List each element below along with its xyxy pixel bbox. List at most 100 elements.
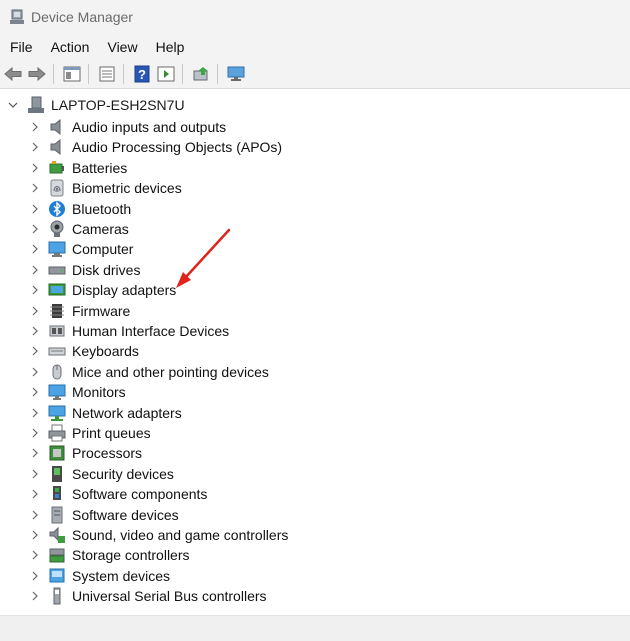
- chevron-right-icon[interactable]: [30, 387, 40, 397]
- system-icon: [49, 568, 65, 583]
- speaker-icon: [50, 118, 61, 136]
- tree-item-label: Computer: [72, 241, 134, 258]
- update-driver-icon: [193, 67, 208, 81]
- security-icon: [52, 465, 62, 482]
- chevron-right-icon[interactable]: [30, 591, 40, 601]
- sound-icon: [49, 526, 65, 543]
- chevron-right-icon[interactable]: [30, 204, 40, 214]
- software-component-icon: [53, 486, 61, 501]
- computer-root-icon: [28, 96, 44, 113]
- svg-text:?: ?: [138, 67, 146, 82]
- action-pane-icon: [157, 66, 175, 82]
- chevron-down-icon[interactable]: [8, 100, 18, 110]
- chevron-right-icon[interactable]: [30, 489, 40, 499]
- tree-item-label: Security devices: [72, 465, 174, 482]
- help-button[interactable]: ?: [131, 63, 153, 85]
- tree-item-label: Mice and other pointing devices: [72, 363, 269, 380]
- tree-item-label: Firmware: [72, 302, 131, 319]
- forward-button[interactable]: [26, 63, 48, 85]
- usb-icon: [53, 587, 61, 605]
- chevron-right-icon[interactable]: [30, 530, 40, 540]
- disk-icon: [48, 266, 66, 275]
- tree-item-label: Network adapters: [72, 404, 182, 421]
- chevron-right-icon[interactable]: [30, 142, 40, 152]
- chevron-right-icon[interactable]: [30, 122, 40, 132]
- toolbar-separator: [217, 64, 218, 84]
- forward-arrow-icon: [28, 67, 46, 81]
- tree-item-label: Processors: [72, 445, 143, 462]
- fingerprint-icon: [50, 179, 64, 197]
- menu-bar: File Action View Help: [0, 34, 630, 60]
- tree-item-label: Bluetooth: [72, 200, 132, 217]
- tree-item-label: Human Interface Devices: [72, 323, 230, 339]
- speaker-icon: [50, 139, 61, 156]
- processor-icon: [49, 445, 65, 461]
- tree-item-label: Print queues: [72, 425, 151, 441]
- properties-icon: [99, 66, 115, 82]
- tree-item-label: Storage controllers: [72, 547, 190, 564]
- title-bar: Device Manager: [0, 0, 630, 34]
- window-title: Device Manager: [31, 9, 133, 25]
- menu-help[interactable]: Help: [146, 39, 193, 55]
- tree-item-label: Software devices: [72, 506, 179, 523]
- chevron-right-icon[interactable]: [30, 571, 40, 581]
- network-icon: [48, 405, 66, 421]
- tree-item-label: Software components: [72, 486, 208, 503]
- properties-button[interactable]: [96, 63, 118, 85]
- chevron-right-icon[interactable]: [30, 265, 40, 275]
- tree-item-label: Disk drives: [72, 261, 141, 278]
- chevron-right-icon[interactable]: [30, 469, 40, 479]
- software-device-icon: [51, 506, 63, 524]
- toolbar-separator: [53, 64, 54, 84]
- toolbar-separator: [182, 64, 183, 84]
- tree-item-label: Monitors: [72, 384, 126, 401]
- menu-file[interactable]: File: [0, 39, 41, 55]
- scan-hardware-button[interactable]: [225, 63, 247, 85]
- storage-icon: [49, 548, 65, 563]
- tree-item-label: Cameras: [72, 221, 129, 237]
- toolbar-separator: [88, 64, 89, 84]
- camera-icon: [50, 220, 64, 237]
- tree-item-label: Keyboards: [72, 343, 139, 360]
- chevron-right-icon[interactable]: [30, 244, 40, 254]
- chevron-right-icon[interactable]: [30, 408, 40, 418]
- chevron-right-icon[interactable]: [30, 448, 40, 458]
- toolbar: ?: [0, 60, 630, 89]
- chevron-right-icon[interactable]: [30, 550, 40, 560]
- chevron-right-icon[interactable]: [30, 285, 40, 295]
- chevron-right-icon[interactable]: [30, 326, 40, 336]
- chevron-right-icon[interactable]: [30, 183, 40, 193]
- firmware-icon: [50, 303, 64, 318]
- tree-item-label: Universal Serial Bus controllers: [72, 588, 267, 605]
- chevron-right-icon[interactable]: [30, 306, 40, 316]
- tree-item-label: Display adapters: [72, 282, 177, 299]
- tree-item-label: Biometric devices: [72, 180, 182, 197]
- menu-action[interactable]: Action: [41, 39, 98, 55]
- menu-view[interactable]: View: [97, 39, 145, 55]
- chevron-right-icon[interactable]: [30, 163, 40, 173]
- chevron-right-icon[interactable]: [30, 224, 40, 234]
- toolbar-separator: [123, 64, 124, 84]
- tree-root-label: LAPTOP-ESH2SN7U: [51, 97, 185, 113]
- hid-icon: [49, 325, 65, 337]
- back-button[interactable]: [2, 63, 24, 85]
- action-pane-button[interactable]: [155, 63, 177, 85]
- update-driver-button[interactable]: [190, 63, 212, 85]
- help-icon: ?: [134, 65, 150, 83]
- back-arrow-icon: [4, 67, 22, 81]
- console-tree-icon: [63, 66, 81, 82]
- device-tree: LAPTOP-ESH2SN7U Audio inputs and outputs…: [0, 89, 630, 615]
- tree-item-label: Sound, video and game controllers: [72, 527, 289, 543]
- chevron-right-icon[interactable]: [30, 367, 40, 377]
- status-bar: [0, 615, 630, 641]
- keyboard-icon: [48, 347, 66, 356]
- tree-item-label: Audio inputs and outputs: [72, 119, 227, 135]
- chevron-right-icon[interactable]: [30, 510, 40, 520]
- tree-item-label: Batteries: [72, 159, 128, 176]
- chevron-right-icon[interactable]: [30, 346, 40, 356]
- mouse-icon: [52, 364, 62, 380]
- computer-icon: [48, 241, 66, 258]
- show-hide-console-tree-button[interactable]: [61, 63, 83, 85]
- scan-hardware-icon: [227, 66, 245, 81]
- chevron-right-icon[interactable]: [30, 428, 40, 438]
